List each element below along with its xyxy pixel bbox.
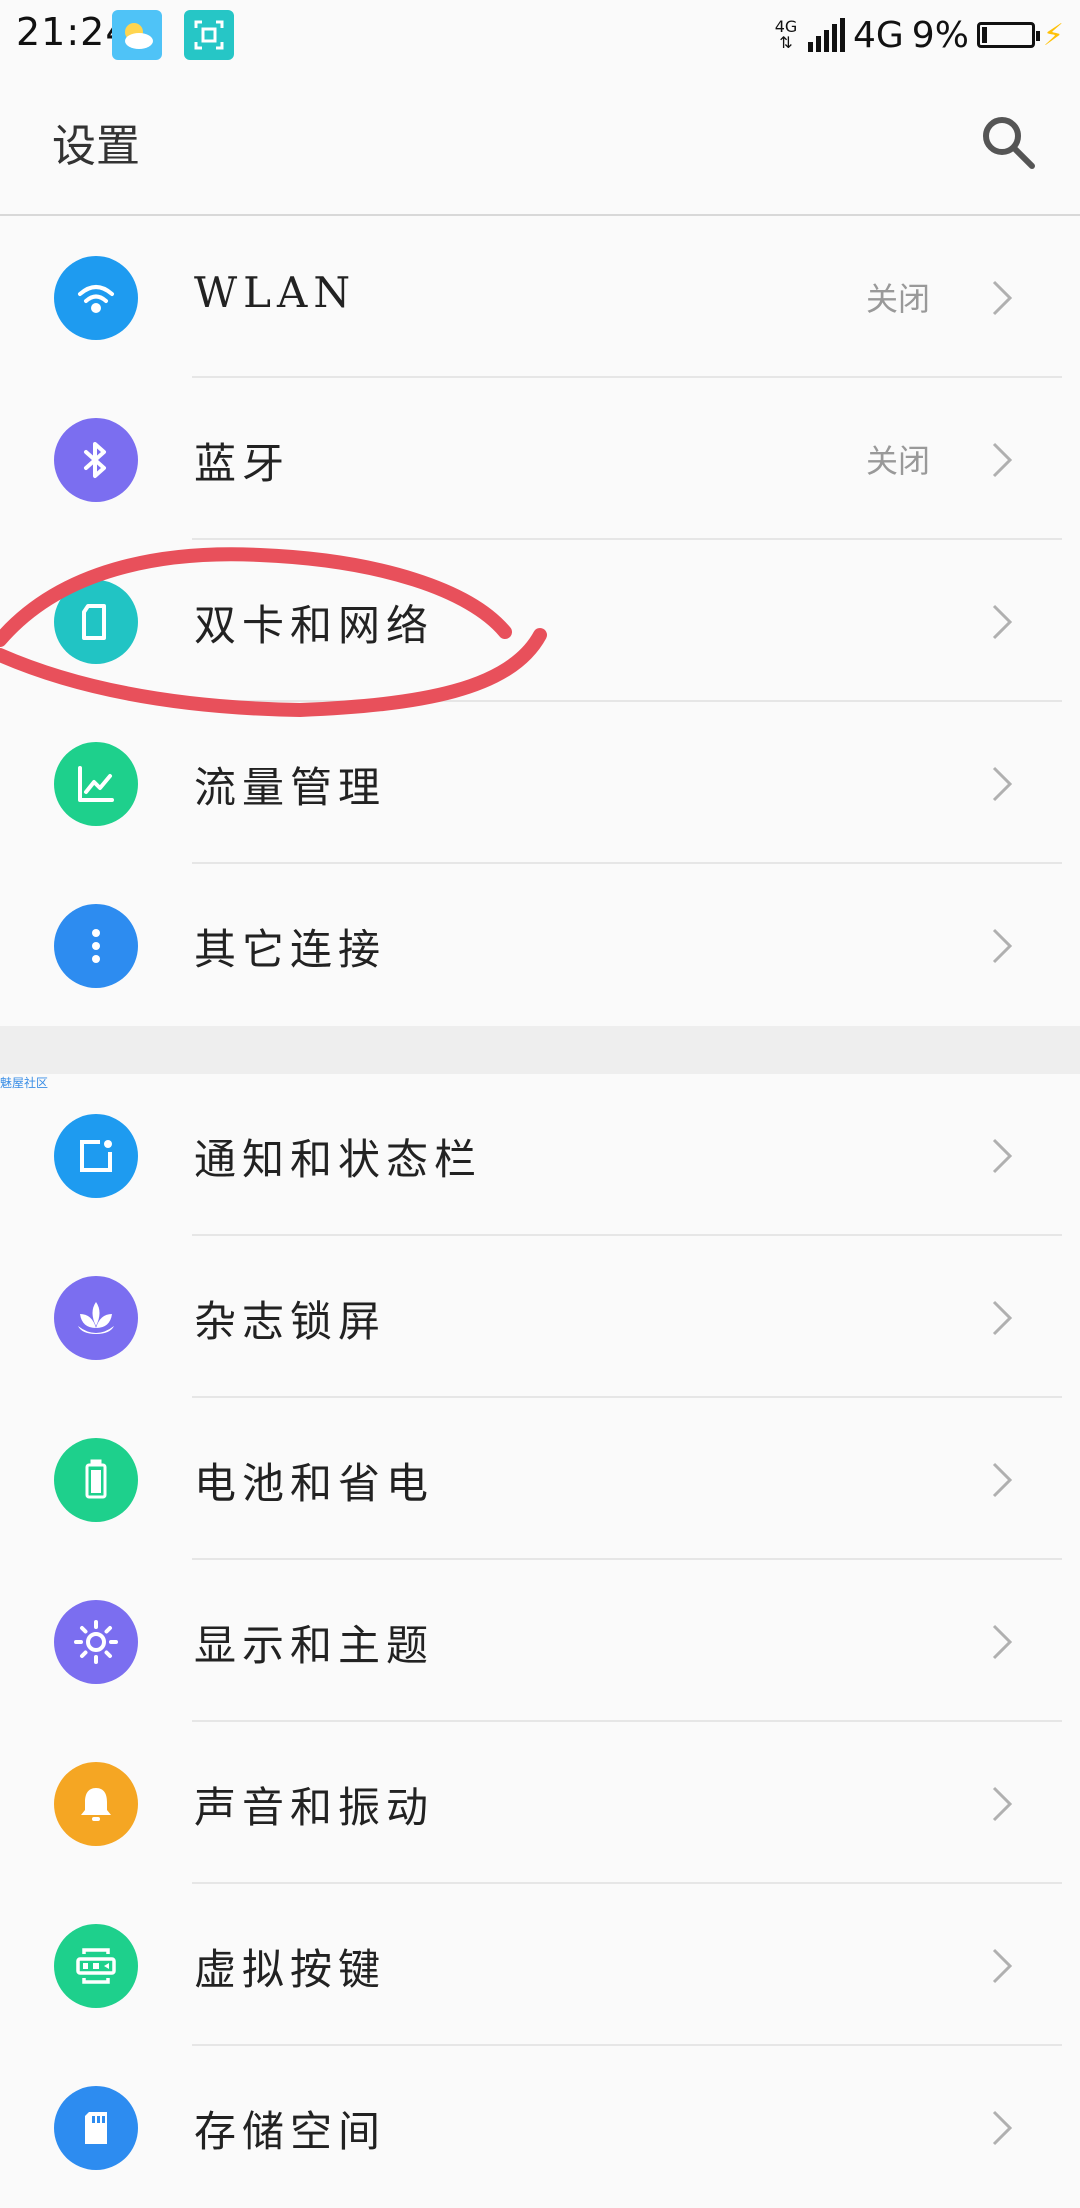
settings-item-virtual-keys[interactable]: 虚拟按键 [0, 1884, 1080, 2046]
settings-item-storage[interactable]: 存储空间 [0, 2046, 1080, 2208]
settings-item-label: 声音和振动 [194, 1783, 435, 1832]
device-section: 通知和状态栏 杂志锁屏 电池和省电 显示和主题 声音和振动 虚拟按键 存储空间 [0, 1074, 1080, 2208]
settings-item-label: 其它连接 [194, 925, 387, 974]
page-title: 设置 [52, 121, 140, 172]
settings-item-label: 虚拟按键 [194, 1945, 387, 1994]
settings-item-status: 关闭 [865, 442, 930, 480]
wifi-icon [54, 256, 138, 340]
signal-icon [807, 18, 845, 52]
bell-icon [54, 1762, 138, 1846]
chevron-right-icon [992, 766, 1013, 802]
battery-percent: 9% [911, 14, 969, 56]
settings-item-label: WLAN [194, 268, 357, 317]
settings-item-dual-sim[interactable]: 双卡和网络 [0, 540, 1080, 702]
settings-item-label: 显示和主题 [194, 1621, 435, 1670]
settings-item-bluetooth[interactable]: 蓝牙 关闭 [0, 378, 1080, 540]
settings-item-notifications[interactable]: 通知和状态栏 [0, 1074, 1080, 1236]
lotus-icon [54, 1276, 138, 1360]
settings-item-label: 通知和状态栏 [194, 1135, 483, 1184]
chevron-right-icon [992, 1786, 1013, 1822]
weather-icon [112, 10, 162, 60]
chevron-right-icon [992, 280, 1013, 316]
settings-item-other-connections[interactable]: 其它连接 [0, 864, 1080, 1026]
settings-item-data-usage[interactable]: 流量管理 [0, 702, 1080, 864]
settings-item-status: 关闭 [865, 280, 930, 318]
chart-trend-icon [54, 742, 138, 826]
chevron-right-icon [992, 1462, 1013, 1498]
settings-item-magazine-lock[interactable]: 杂志锁屏 [0, 1236, 1080, 1398]
chevron-right-icon [992, 604, 1013, 640]
settings-header: 设置 [0, 70, 1080, 214]
chevron-right-icon [992, 1948, 1013, 1984]
settings-item-label: 杂志锁屏 [194, 1297, 387, 1346]
settings-item-label: 双卡和网络 [194, 601, 435, 650]
chevron-right-icon [992, 1300, 1013, 1336]
sd-card-icon [54, 2086, 138, 2170]
virtual-keys-icon [54, 1924, 138, 2008]
network-type-small: 4G ⇅ [774, 17, 798, 52]
chevron-right-icon [992, 1624, 1013, 1660]
settings-item-label: 电池和省电 [194, 1459, 435, 1508]
battery-icon [976, 22, 1040, 48]
settings-item-display[interactable]: 显示和主题 [0, 1560, 1080, 1722]
sim-card-icon [54, 580, 138, 664]
chevron-right-icon [992, 928, 1013, 964]
chevron-right-icon [992, 1138, 1013, 1174]
connectivity-section: WLAN 关闭 蓝牙 关闭 双卡和网络 流量管理 其它连接 [0, 216, 1080, 1026]
brightness-icon [54, 1600, 138, 1684]
settings-item-label: 存储空间 [194, 2107, 387, 2156]
network-type: 4G [852, 14, 904, 56]
settings-item-wlan[interactable]: WLAN 关闭 [0, 216, 1080, 378]
chevron-right-icon [992, 442, 1013, 478]
bluetooth-icon [54, 418, 138, 502]
settings-item-label: 流量管理 [194, 763, 387, 812]
settings-item-battery[interactable]: 电池和省电 [0, 1398, 1080, 1560]
battery-icon [54, 1438, 138, 1522]
chevron-right-icon [992, 2110, 1013, 2146]
settings-item-label: 蓝牙 [194, 439, 291, 488]
settings-item-sound[interactable]: 声音和振动 [0, 1722, 1080, 1884]
more-dots-icon [54, 904, 138, 988]
charging-icon: ⚡ [1042, 17, 1064, 53]
section-separator [0, 1026, 1080, 1074]
screenshot-scan-icon [184, 10, 234, 60]
search-button[interactable] [976, 110, 1040, 174]
status-bar: 21:24 4G ⇅ 4G 9% ⚡ [0, 0, 1080, 70]
notification-icon [54, 1114, 138, 1198]
search-icon [983, 117, 1035, 169]
